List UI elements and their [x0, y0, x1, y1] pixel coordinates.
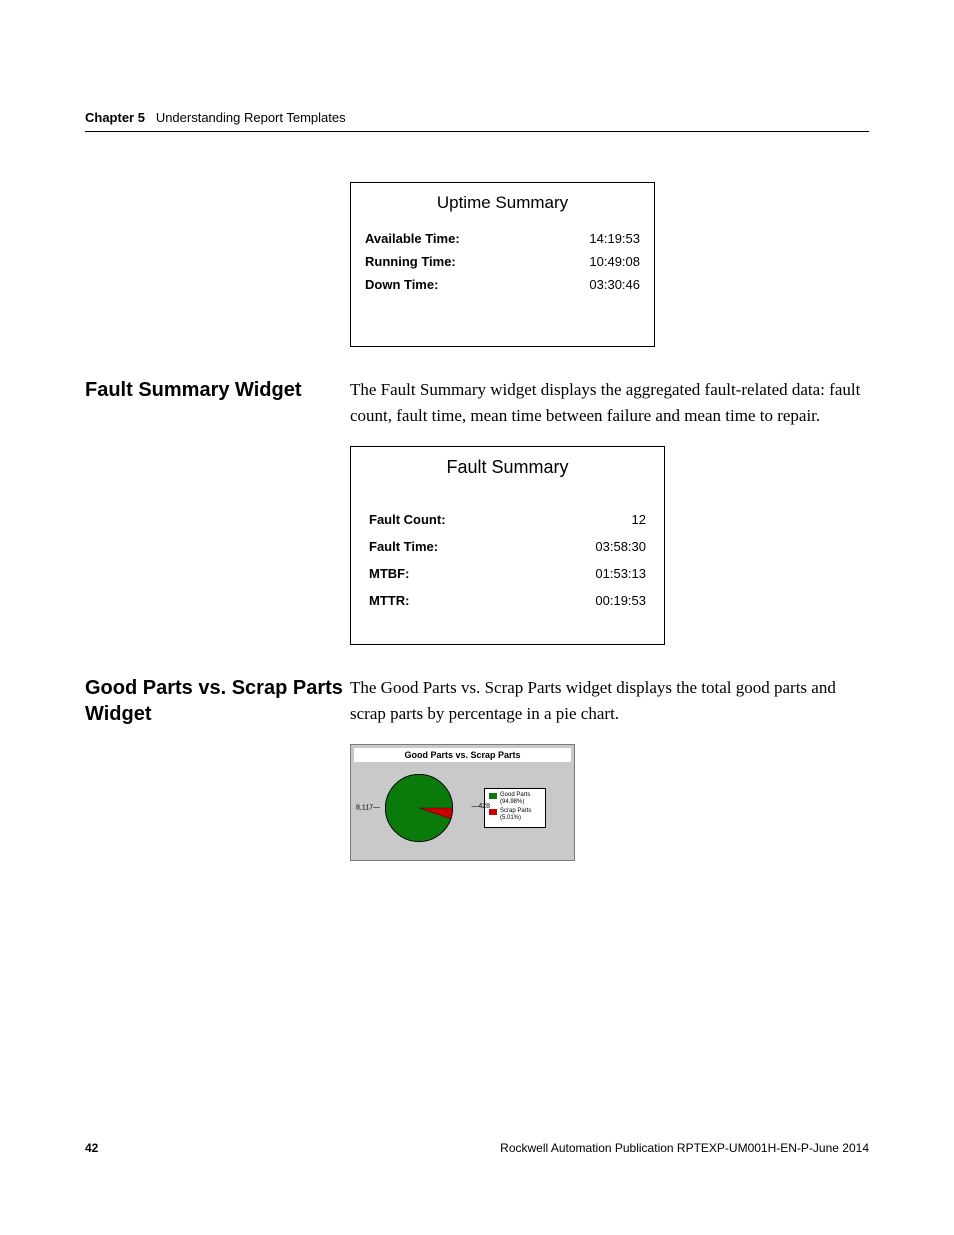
fault-row-mtbf: MTBF: 01:53:13 — [351, 560, 664, 587]
pie-good-label: 8,117— — [356, 805, 380, 812]
uptime-available-label: Available Time: — [365, 231, 460, 246]
goodparts-card-title: Good Parts vs. Scrap Parts — [354, 748, 571, 762]
uptime-down-label: Down Time: — [365, 277, 438, 292]
fault-text: The Fault Summary widget displays the ag… — [350, 377, 869, 428]
uptime-row-down: Down Time: 03:30:46 — [351, 273, 654, 296]
uptime-summary-panel: Uptime Summary Available Time: 14:19:53 … — [350, 182, 655, 347]
fault-time-value: 03:58:30 — [595, 539, 646, 554]
legend-scrap-text: Scrap Parts (5.01%) — [500, 808, 541, 822]
uptime-running-label: Running Time: — [365, 254, 456, 269]
legend-good-swatch — [489, 793, 497, 799]
pie-legend: Good Parts (94.98%) Scrap Parts (5.01%) — [484, 788, 546, 829]
fault-mtbf-label: MTBF: — [369, 566, 409, 581]
fault-mttr-value: 00:19:53 — [595, 593, 646, 608]
fault-row-mttr: MTTR: 00:19:53 — [351, 587, 664, 614]
uptime-running-value: 10:49:08 — [589, 254, 640, 269]
uptime-row-available: Available Time: 14:19:53 — [351, 227, 654, 250]
goodparts-chart-card: Good Parts vs. Scrap Parts 8,117— —428 — [350, 744, 575, 861]
page-number: 42 — [85, 1141, 98, 1155]
fault-row-count: Fault Count: 12 — [351, 506, 664, 533]
uptime-title: Uptime Summary — [351, 193, 654, 213]
publication-info: Rockwell Automation Publication RPTEXP-U… — [500, 1141, 869, 1155]
fault-mttr-label: MTTR: — [369, 593, 409, 608]
fault-time-label: Fault Time: — [369, 539, 438, 554]
legend-good-text: Good Parts (94.98%) — [500, 792, 541, 806]
pie-chart-icon — [379, 768, 459, 848]
fault-count-label: Fault Count: — [369, 512, 446, 527]
fault-mtbf-value: 01:53:13 — [595, 566, 646, 581]
fault-row-time: Fault Time: 03:58:30 — [351, 533, 664, 560]
legend-scrap: Scrap Parts (5.01%) — [489, 808, 541, 822]
fault-heading: Fault Summary Widget — [85, 377, 350, 403]
chapter-number: Chapter 5 — [85, 110, 145, 125]
goodparts-heading: Good Parts vs. Scrap Parts Widget — [85, 675, 350, 727]
page-footer: 42 Rockwell Automation Publication RPTEX… — [85, 1141, 869, 1155]
goodparts-text: The Good Parts vs. Scrap Parts widget di… — [350, 675, 869, 726]
pie-scrap-label: —428 — [471, 803, 490, 810]
fault-summary-panel: Fault Summary Fault Count: 12 Fault Time… — [350, 446, 665, 645]
legend-good: Good Parts (94.98%) — [489, 792, 541, 806]
uptime-row-running: Running Time: 10:49:08 — [351, 250, 654, 273]
page-header: Chapter 5 Understanding Report Templates — [85, 110, 869, 132]
fault-title: Fault Summary — [351, 457, 664, 478]
chapter-title: Understanding Report Templates — [156, 110, 346, 125]
legend-scrap-swatch — [489, 809, 497, 815]
uptime-available-value: 14:19:53 — [589, 231, 640, 246]
fault-count-value: 12 — [632, 512, 646, 527]
uptime-down-value: 03:30:46 — [589, 277, 640, 292]
